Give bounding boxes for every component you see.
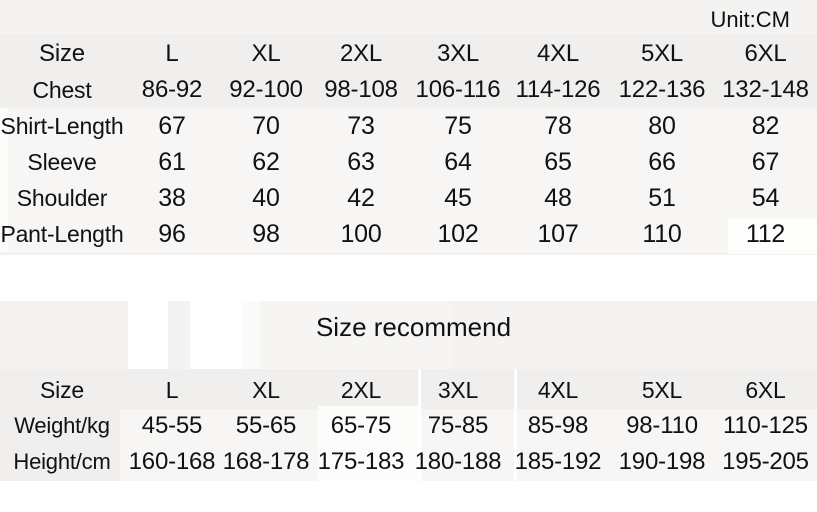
recommend-row-size-header: Size L XL 2XL 3XL 4XL 5XL 6XL (0, 372, 817, 408)
chest-xl: 92-100 (229, 76, 303, 103)
shirt-length-l: 67 (158, 111, 186, 140)
recommend-row-label-weight: Weight/kg (14, 413, 110, 438)
weight-l: 45-55 (141, 412, 203, 439)
row-label-sleeve: Sleeve (27, 148, 97, 175)
size-header-2xl: 2XL (339, 40, 383, 67)
pant-length-xl: 98 (252, 219, 280, 248)
height-xl: 168-178 (222, 448, 310, 475)
weight-6xl: 110-125 (723, 412, 808, 439)
recommend-size-header-4xl: 4XL (537, 376, 579, 403)
section-title: Size recommend (315, 312, 512, 342)
shirt-length-xl: 70 (252, 111, 280, 140)
chest-6xl: 132-148 (722, 76, 809, 103)
shoulder-xl: 40 (252, 183, 280, 212)
size-header-3xl: 3XL (436, 40, 480, 67)
recommend-size-header-l: L (165, 376, 179, 403)
shoulder-5xl: 51 (648, 183, 676, 212)
recommend-row-label-height: Height/cm (13, 449, 111, 474)
shirt-length-3xl: 75 (444, 111, 472, 140)
shoulder-2xl: 42 (347, 183, 375, 212)
weight-5xl: 98-110 (626, 412, 698, 439)
table-row-pant-length: Pant-Length 96 98 100 102 107 110 112 (0, 216, 817, 252)
recommend-size-header-6xl: 6XL (745, 376, 786, 403)
recommend-size-header-3xl: 3XL (437, 376, 479, 403)
height-3xl: 180-188 (414, 448, 502, 475)
recommend-size-header-5xl: 5XL (641, 376, 683, 403)
weight-4xl: 85-98 (527, 412, 589, 439)
table-row-chest: Chest 86-92 92-100 98-108 106-116 114-12… (0, 72, 817, 108)
pant-length-4xl: 107 (537, 219, 579, 248)
recommend-row-weight: Weight/kg 45-55 55-65 65-75 75-85 85-98 … (0, 408, 817, 444)
unit-note: Unit:CM (710, 7, 790, 32)
table-row-shoulder: Shoulder 38 40 42 45 48 51 54 (0, 180, 817, 216)
shirt-length-4xl: 78 (544, 111, 572, 140)
height-6xl: 195-205 (722, 448, 809, 475)
sleeve-2xl: 63 (347, 147, 375, 176)
weight-xl: 55-65 (235, 412, 297, 439)
shoulder-4xl: 48 (544, 183, 572, 212)
height-4xl: 185-192 (514, 448, 602, 475)
shoulder-6xl: 54 (751, 183, 780, 212)
row-label-chest: Chest (32, 76, 92, 103)
row-label-shirt-length: Shirt-Length (0, 112, 124, 139)
pant-length-2xl: 100 (340, 219, 382, 248)
page-bottom-area (0, 481, 817, 512)
recommend-table: Size L XL 2XL 3XL 4XL 5XL 6XL Weight/kg … (0, 372, 817, 480)
height-l: 160-168 (128, 448, 216, 475)
chest-3xl: 106-116 (415, 76, 501, 103)
recommend-size-header-2xl: 2XL (340, 376, 382, 403)
recommend-row-label-size: Size (40, 376, 84, 403)
chest-l: 86-92 (141, 76, 203, 103)
weight-3xl: 75-85 (427, 412, 489, 439)
row-label-shoulder: Shoulder (16, 184, 108, 211)
chest-2xl: 98-108 (324, 76, 398, 103)
sleeve-3xl: 64 (444, 147, 472, 176)
sleeve-xl: 62 (252, 147, 280, 176)
table-row-sleeve: Sleeve 61 62 63 64 65 66 67 (0, 144, 817, 180)
pant-length-6xl: 112 (745, 219, 786, 248)
pant-length-5xl: 110 (642, 219, 682, 248)
pant-length-l: 96 (158, 219, 186, 248)
table1-top-wash (0, 0, 817, 34)
shoulder-l: 38 (158, 183, 186, 212)
row-label-size: Size (39, 40, 85, 67)
sleeve-4xl: 65 (544, 147, 572, 176)
table-row-shirt-length: Shirt-Length 67 70 73 75 78 80 82 (0, 108, 817, 144)
sleeve-l: 61 (158, 147, 186, 176)
size-header-xl: XL (251, 40, 281, 67)
chest-5xl: 122-136 (618, 76, 706, 103)
measurement-table: Size L XL 2XL 3XL 4XL 5XL 6XL Chest 86-9… (0, 36, 817, 252)
chest-4xl: 114-126 (515, 76, 601, 103)
weight-2xl: 65-75 (330, 412, 392, 439)
size-header-4xl: 4XL (536, 40, 580, 67)
table-row-size-header: Size L XL 2XL 3XL 4XL 5XL 6XL (0, 36, 817, 72)
shoulder-3xl: 45 (444, 183, 472, 212)
size-header-5xl: 5XL (640, 40, 684, 67)
recommend-row-height: Height/cm 160-168 168-178 175-183 180-18… (0, 444, 817, 480)
recommend-size-header-xl: XL (252, 376, 280, 403)
sleeve-6xl: 67 (751, 147, 780, 176)
inter-table-gap (0, 255, 817, 301)
sleeve-5xl: 66 (648, 147, 676, 176)
height-2xl: 175-183 (317, 448, 405, 475)
pant-length-3xl: 102 (437, 219, 479, 248)
height-5xl: 190-198 (618, 448, 706, 475)
row-label-pant-length: Pant-Length (0, 220, 124, 247)
shirt-length-2xl: 73 (347, 111, 375, 140)
size-header-l: L (165, 40, 179, 67)
shirt-length-6xl: 82 (751, 111, 780, 140)
size-header-6xl: 6XL (744, 40, 787, 67)
shirt-length-5xl: 80 (648, 111, 676, 140)
